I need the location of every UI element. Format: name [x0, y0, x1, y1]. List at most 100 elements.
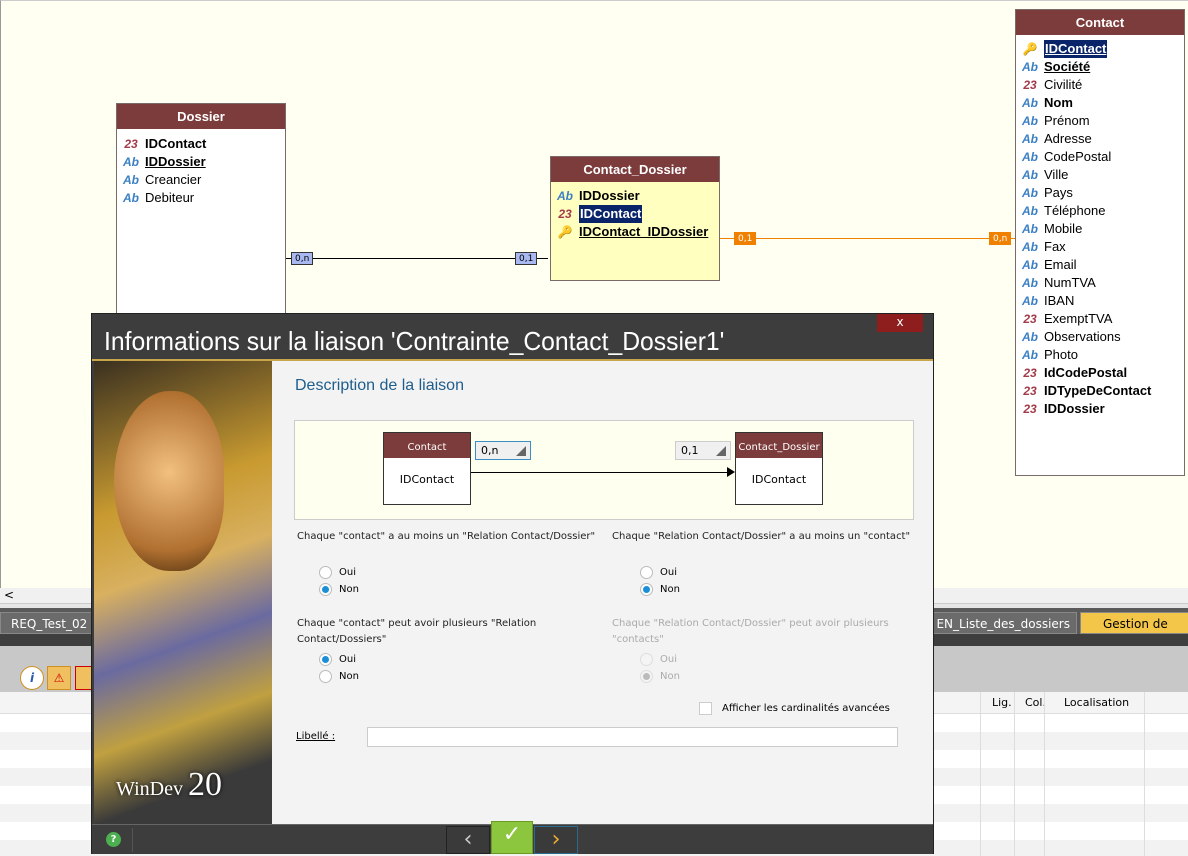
previous-button[interactable]: ‹: [446, 826, 490, 854]
text-type-icon: Ab: [1022, 60, 1038, 74]
table-field[interactable]: Ab Ville: [1016, 166, 1184, 184]
question-1: Chaque "contact" a au moins un "Relation…: [297, 531, 596, 542]
field-name: NumTVA: [1044, 275, 1096, 290]
table-contact[interactable]: Contact 🔑 IDContact Ab Société 23 Civilité Ab N…: [1015, 9, 1185, 476]
tab-req-test[interactable]: REQ_Test_02: [0, 612, 92, 634]
link-dossier[interactable]: [286, 258, 548, 259]
q1-non-radio[interactable]: Non: [319, 581, 359, 597]
info-icon[interactable]: i: [20, 666, 44, 690]
q1-oui-radio[interactable]: Oui: [319, 564, 356, 580]
table-field[interactable]: Ab Mobile: [1016, 220, 1184, 238]
table-field[interactable]: Ab Prénom: [1016, 112, 1184, 130]
cardinality-label[interactable]: 0,n: [291, 252, 314, 265]
text-type-icon: Ab: [557, 189, 573, 203]
q2-non-radio[interactable]: Non: [640, 581, 680, 597]
col-divider: [1144, 692, 1145, 856]
cardinality-label[interactable]: 0,n: [989, 232, 1012, 245]
warning-icon[interactable]: ⚠: [47, 666, 71, 690]
left-cardinality-select[interactable]: 0,n: [475, 441, 531, 460]
table-field[interactable]: 🔑 IDContact_IDDossier: [551, 223, 719, 241]
table-title: Dossier: [117, 104, 285, 129]
table-field[interactable]: Ab Téléphone: [1016, 202, 1184, 220]
cardinality-label[interactable]: 0,1: [734, 232, 757, 245]
table-field[interactable]: 23 IDContact: [117, 135, 285, 153]
field-name: Nom: [1044, 95, 1073, 110]
table-field[interactable]: Ab NumTVA: [1016, 274, 1184, 292]
table-field[interactable]: 🔑 IDContact: [1016, 40, 1184, 58]
col-localisation[interactable]: Localisation: [1064, 696, 1129, 709]
col-col[interactable]: Col.: [1025, 696, 1046, 709]
col-lig[interactable]: Lig.: [992, 696, 1012, 709]
q2-oui-radio[interactable]: Oui: [640, 564, 677, 580]
table-contact-dossier[interactable]: Contact_Dossier Ab IDDossier 23 IDContact 🔑 I…: [550, 156, 720, 281]
field-name: CodePostal: [1044, 149, 1112, 164]
key-icon: 🔑: [1022, 42, 1038, 56]
table-field[interactable]: Ab IDDossier: [551, 187, 719, 205]
link-line: [471, 472, 733, 473]
field-name: IDContact: [1044, 40, 1108, 58]
mini-table-contact-dossier: Contact_Dossier IDContact: [735, 432, 823, 505]
table-field[interactable]: 23 IDContact: [551, 205, 719, 223]
table-dossier[interactable]: Dossier 23 IDContact Ab IDDossier Ab Creancie…: [116, 103, 286, 323]
table-title: Contact: [1016, 10, 1184, 35]
field-name: IDContact_IDDossier: [579, 224, 709, 239]
help-icon[interactable]: ?: [106, 832, 121, 847]
advanced-cardinalities-checkbox[interactable]: Afficher les cardinalités avancées: [699, 702, 890, 715]
scroll-left-icon[interactable]: <: [4, 588, 14, 602]
field-name: Fax: [1044, 239, 1066, 254]
table-field[interactable]: Ab Adresse: [1016, 130, 1184, 148]
q4-non-radio: Non: [640, 668, 680, 684]
field-name: IDDossier: [579, 188, 640, 203]
table-field[interactable]: Ab Fax: [1016, 238, 1184, 256]
link-contact[interactable]: [720, 238, 1015, 239]
table-field[interactable]: Ab IBAN: [1016, 292, 1184, 310]
mini-table-contact: Contact IDContact: [383, 432, 471, 505]
field-name: IDContact: [145, 136, 207, 151]
table-field[interactable]: Ab Debiteur: [117, 189, 285, 207]
table-field[interactable]: 23 IDTypeDeContact: [1016, 382, 1184, 400]
table-field[interactable]: 23 Civilité: [1016, 76, 1184, 94]
field-name: Société: [1044, 59, 1091, 74]
table-field[interactable]: Ab Pays: [1016, 184, 1184, 202]
cardinality-label[interactable]: 0,1: [515, 252, 538, 265]
text-type-icon: Ab: [1022, 294, 1038, 308]
next-button[interactable]: ›: [534, 826, 578, 854]
table-field[interactable]: 23 IDDossier: [1016, 400, 1184, 418]
tab-gestion[interactable]: Gestion de créa: [1080, 612, 1188, 653]
text-type-icon: Ab: [1022, 258, 1038, 272]
field-name: Photo: [1044, 347, 1078, 362]
table-field[interactable]: Ab IDDossier: [117, 153, 285, 171]
table-field[interactable]: 23 IdCodePostal: [1016, 364, 1184, 382]
close-button[interactable]: x: [877, 314, 923, 332]
table-field[interactable]: Ab Creancier: [117, 171, 285, 189]
ok-button[interactable]: ✓: [491, 821, 533, 854]
table-field[interactable]: 23 ExemptTVA: [1016, 310, 1184, 328]
mini-table-title: Contact: [384, 433, 470, 458]
libelle-input[interactable]: [367, 727, 898, 747]
text-type-icon: Ab: [1022, 330, 1038, 344]
text-type-icon: Ab: [1022, 348, 1038, 362]
text-type-icon: Ab: [1022, 132, 1038, 146]
table-field[interactable]: Ab CodePostal: [1016, 148, 1184, 166]
windev-splash-image: WinDev 20: [94, 361, 272, 824]
windev-logo: WinDev 20: [116, 766, 222, 803]
text-type-icon: Ab: [1022, 276, 1038, 290]
right-cardinality-select[interactable]: 0,1: [675, 441, 731, 460]
table-field[interactable]: Ab Email: [1016, 256, 1184, 274]
q3-oui-radio[interactable]: Oui: [319, 651, 356, 667]
table-field[interactable]: Ab Photo: [1016, 346, 1184, 364]
dialog-footer: ? ‹ ✓ ›: [92, 821, 933, 854]
mini-table-field: IDContact: [751, 473, 807, 486]
key-icon: 🔑: [557, 225, 573, 239]
field-name: Creancier: [145, 172, 202, 187]
text-type-icon: Ab: [123, 191, 139, 205]
table-field[interactable]: Ab Nom: [1016, 94, 1184, 112]
table-field[interactable]: Ab Société: [1016, 58, 1184, 76]
field-name: IDDossier: [145, 154, 206, 169]
text-type-icon: Ab: [1022, 96, 1038, 110]
mini-table-field: IDContact: [399, 473, 455, 486]
section-title: Description de la liaison: [295, 377, 464, 394]
link-info-dialog: Informations sur la liaison 'Contrainte_…: [91, 313, 934, 854]
table-field[interactable]: Ab Observations: [1016, 328, 1184, 346]
q3-non-radio[interactable]: Non: [319, 668, 359, 684]
